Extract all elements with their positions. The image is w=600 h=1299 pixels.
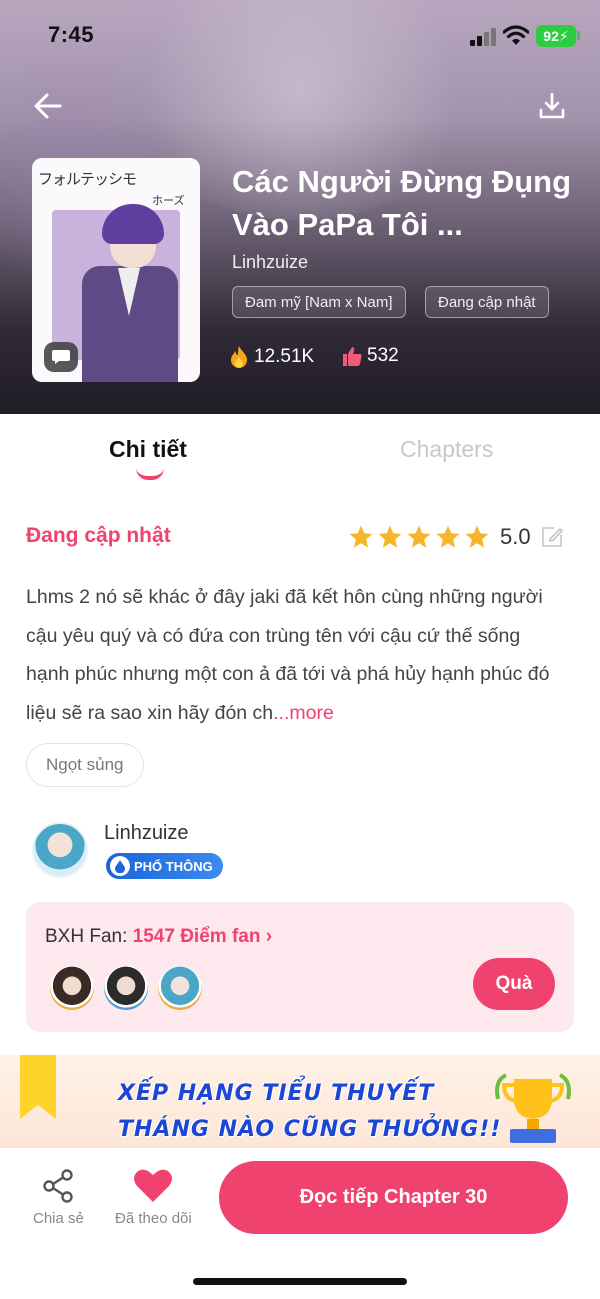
book-header: 7:45 92 ⚡ フォルテッシモ ホーズ Các Người Đừng Đụn… xyxy=(0,0,600,414)
share-label: Chia sẻ xyxy=(33,1210,84,1227)
battery-level: 92 xyxy=(543,28,559,44)
chat-story-badge xyxy=(44,342,78,372)
update-status: Đang cập nhật xyxy=(26,524,171,547)
chat-bubble-icon xyxy=(52,350,70,364)
trophy-icon xyxy=(495,1073,571,1143)
fire-icon xyxy=(231,346,247,368)
follow-button[interactable]: Đã theo dõi xyxy=(115,1168,192,1227)
fan-avatar[interactable] xyxy=(50,966,94,1010)
star-icon xyxy=(436,525,460,548)
cover-subtitle-text: ホーズ xyxy=(152,194,185,207)
home-indicator xyxy=(193,1278,407,1285)
cover-title-text: フォルテッシモ xyxy=(38,170,137,188)
book-author[interactable]: Linhzuize xyxy=(232,252,308,273)
heart-icon xyxy=(134,1169,173,1202)
gift-button[interactable]: Quà xyxy=(473,958,555,1010)
status-bar: 7:45 92 ⚡ xyxy=(0,0,600,74)
clock: 7:45 xyxy=(48,22,95,47)
fan-points: 1547 Điểm fan xyxy=(132,926,261,947)
share-icon xyxy=(43,1169,74,1203)
star-icon xyxy=(407,525,431,548)
views-count: 12.51K xyxy=(254,346,315,367)
back-button[interactable] xyxy=(30,88,66,124)
star-icon xyxy=(349,525,373,548)
thumbs-up-icon xyxy=(343,347,362,366)
author-rank-label: PHỔ THÔNG xyxy=(134,858,213,874)
arrow-left-icon xyxy=(34,93,62,119)
download-icon xyxy=(539,92,565,119)
genre-tag[interactable]: Đam mỹ [Nam x Nam] xyxy=(232,286,406,318)
views-stat: 12.51K xyxy=(228,345,314,369)
read-more-link[interactable]: ...more xyxy=(273,702,334,724)
cellular-signal-icon xyxy=(470,28,498,46)
rate-edit-icon[interactable] xyxy=(540,525,564,549)
banner-line-2: THÁNG NÀO CŨNG THƯỞNG!! xyxy=(118,1117,502,1142)
likes-count: 532 xyxy=(367,345,399,366)
book-title: Các Người Đừng Đụng Vào PaPa Tôi ... xyxy=(232,164,572,242)
download-button[interactable] xyxy=(534,88,570,124)
rating-value: 5.0 xyxy=(500,524,531,549)
chevron-right-icon: › xyxy=(260,926,273,947)
fan-ranking-label: BXH Fan: xyxy=(45,926,133,947)
continue-reading-button[interactable]: Đọc tiếp Chapter 30 xyxy=(219,1161,568,1234)
fan-avatar[interactable] xyxy=(158,966,202,1010)
likes-stat: 532 xyxy=(341,345,399,367)
author-rank-badge: PHỔ THÔNG xyxy=(106,853,223,879)
water-drop-icon xyxy=(110,856,130,876)
star-icon xyxy=(378,525,402,548)
ribbon-icon xyxy=(20,1055,56,1119)
book-cover[interactable]: フォルテッシモ ホーズ xyxy=(32,158,200,382)
star-icon xyxy=(465,525,489,548)
fan-ranking-card[interactable]: BXH Fan: 1547 Điểm fan › Quà xyxy=(26,902,574,1032)
bottom-action-bar: Chia sẻ Đã theo dõi Đọc tiếp Chapter 30 xyxy=(0,1148,600,1299)
fan-ranking-link[interactable]: BXH Fan: 1547 Điểm fan › xyxy=(45,926,272,948)
author-avatar[interactable] xyxy=(32,822,88,878)
banner-line-1: XẾP HẠNG TIỂU THUYẾT xyxy=(118,1081,435,1106)
author-name[interactable]: Linhzuize xyxy=(104,822,189,845)
share-button[interactable]: Chia sẻ xyxy=(33,1168,84,1227)
battery-tip xyxy=(577,31,580,40)
genre-chip[interactable]: Ngọt sủng xyxy=(26,743,144,787)
status-tag: Đang cập nhật xyxy=(425,286,549,318)
fan-avatar[interactable] xyxy=(104,966,148,1010)
tab-chapters[interactable]: Chapters xyxy=(400,436,493,463)
book-description: Lhms 2 nó sẽ khác ở đây jaki đã kết hôn … xyxy=(26,578,566,732)
promo-banner[interactable]: XẾP HẠNG TIỂU THUYẾT THÁNG NÀO CŨNG THƯỞ… xyxy=(0,1055,600,1148)
wifi-icon xyxy=(502,25,530,47)
follow-label: Đã theo dõi xyxy=(115,1210,192,1227)
battery-indicator: 92 ⚡ xyxy=(536,25,576,47)
star-rating[interactable] xyxy=(348,524,490,550)
tab-details[interactable]: Chi tiết xyxy=(109,436,187,463)
active-tab-indicator xyxy=(136,468,164,480)
